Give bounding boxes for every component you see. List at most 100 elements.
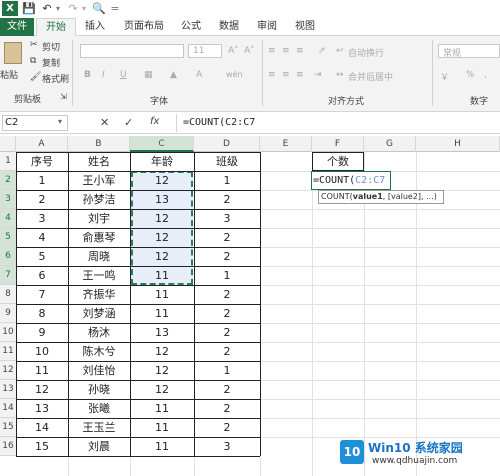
cell-age[interactable]: 12 — [130, 209, 194, 228]
row-header-5[interactable]: 5 — [0, 228, 16, 247]
cell-name[interactable]: 王小军 — [68, 171, 130, 190]
currency-button[interactable]: ￥ — [440, 70, 449, 83]
tab-insert[interactable]: 插入 — [80, 18, 110, 36]
cell-age[interactable]: 12 — [130, 380, 194, 399]
cell-class[interactable]: 2 — [194, 399, 260, 418]
cell-age[interactable]: 11 — [130, 285, 194, 304]
row-header-2[interactable]: 2 — [0, 171, 16, 190]
cancel-icon[interactable]: ✕ — [100, 116, 109, 129]
cell-serial[interactable]: 10 — [16, 342, 68, 361]
cell-age[interactable]: 11 — [130, 266, 194, 285]
column-header-a[interactable]: A — [16, 136, 68, 152]
cell-serial[interactable]: 7 — [16, 285, 68, 304]
cell-class[interactable]: 2 — [194, 323, 260, 342]
column-header-h[interactable]: H — [416, 136, 500, 152]
cell-age[interactable]: 13 — [130, 190, 194, 209]
tab-data[interactable]: 数据 — [214, 18, 244, 36]
column-header-f[interactable]: F — [312, 136, 364, 152]
active-cell-editor[interactable]: =COUNT(C2:C7 — [311, 171, 391, 190]
row-header-9[interactable]: 9 — [0, 304, 16, 323]
copy-button[interactable]: 复制 — [42, 56, 60, 69]
cell-name[interactable]: 杨沐 — [68, 323, 130, 342]
header-class[interactable]: 班级 — [194, 152, 260, 171]
cell-class[interactable]: 3 — [194, 437, 260, 456]
dropdown-icon[interactable]: ▾ — [54, 1, 62, 16]
cell-age[interactable]: 12 — [130, 228, 194, 247]
cell-name[interactable]: 张曦 — [68, 399, 130, 418]
bold-button[interactable]: B — [84, 70, 91, 80]
tab-review[interactable]: 审阅 — [252, 18, 282, 36]
select-all-corner[interactable] — [0, 136, 16, 152]
tab-file[interactable]: 文件 — [0, 18, 34, 36]
cell-class[interactable]: 3 — [194, 209, 260, 228]
row-header-3[interactable]: 3 — [0, 190, 16, 209]
align-bottom-icon[interactable]: ≡ — [296, 46, 304, 56]
cell-age[interactable]: 12 — [130, 171, 194, 190]
cell-class[interactable]: 2 — [194, 380, 260, 399]
cell-serial[interactable]: 13 — [16, 399, 68, 418]
undo-icon[interactable]: ↶ — [40, 1, 54, 16]
row-header-14[interactable]: 14 — [0, 399, 16, 418]
tab-home[interactable]: 开始 — [36, 18, 76, 37]
cut-button[interactable]: 剪切 — [42, 40, 60, 53]
cell-age[interactable]: 12 — [130, 342, 194, 361]
customize-icon[interactable]: = — [110, 1, 120, 16]
cell-age[interactable]: 11 — [130, 418, 194, 437]
cell-name[interactable]: 王一鸣 — [68, 266, 130, 285]
fill-color-icon[interactable]: ▲ — [170, 70, 177, 80]
cell-name[interactable]: 俞惠琴 — [68, 228, 130, 247]
align-middle-icon[interactable]: ≡ — [282, 46, 290, 56]
orientation-icon[interactable]: ⇗ — [318, 46, 326, 56]
cell-serial[interactable]: 11 — [16, 361, 68, 380]
row-header-12[interactable]: 12 — [0, 361, 16, 380]
italic-button[interactable]: I — [102, 70, 105, 80]
print-preview-icon[interactable]: 🔍 — [92, 1, 106, 16]
paste-icon[interactable] — [4, 42, 22, 64]
cell-age[interactable]: 12 — [130, 361, 194, 380]
cell-name[interactable]: 孙晓 — [68, 380, 130, 399]
cell-serial[interactable]: 8 — [16, 304, 68, 323]
borders-icon[interactable]: ▦ — [144, 70, 153, 80]
cell-class[interactable]: 2 — [194, 190, 260, 209]
cell-serial[interactable]: 14 — [16, 418, 68, 437]
cell-age[interactable]: 12 — [130, 247, 194, 266]
row-header-7[interactable]: 7 — [0, 266, 16, 285]
cell-name[interactable]: 陈木兮 — [68, 342, 130, 361]
formula-input[interactable]: =COUNT(C2:C7 — [176, 114, 500, 132]
format-painter-icon[interactable]: 🖌 — [30, 72, 41, 82]
row-header-4[interactable]: 4 — [0, 209, 16, 228]
dropdown-icon[interactable]: ▾ — [80, 1, 88, 16]
cell-age[interactable]: 11 — [130, 399, 194, 418]
cell-serial[interactable]: 3 — [16, 209, 68, 228]
redo-icon[interactable]: ↷ — [66, 1, 80, 16]
column-header-b[interactable]: B — [68, 136, 130, 152]
name-box-dropdown-icon[interactable]: ▾ — [58, 117, 62, 126]
merge-center-button[interactable]: 合并后居中 — [348, 70, 393, 83]
header-name[interactable]: 姓名 — [68, 152, 130, 171]
row-header-10[interactable]: 10 — [0, 323, 16, 342]
column-header-g[interactable]: G — [364, 136, 416, 152]
phonetic-icon[interactable]: wén — [226, 70, 243, 79]
cell-serial[interactable]: 1 — [16, 171, 68, 190]
wrap-text-icon[interactable]: ↩ — [336, 46, 344, 56]
column-header-c[interactable]: C — [130, 136, 194, 152]
tab-view[interactable]: 视图 — [290, 18, 320, 36]
cell-name[interactable]: 刘宇 — [68, 209, 130, 228]
cell-name[interactable]: 孙梦洁 — [68, 190, 130, 209]
cell-serial[interactable]: 4 — [16, 228, 68, 247]
cell-serial[interactable]: 9 — [16, 323, 68, 342]
cell-serial[interactable]: 12 — [16, 380, 68, 399]
column-header-e[interactable]: E — [260, 136, 312, 152]
cell-name[interactable]: 刘梦涵 — [68, 304, 130, 323]
tab-page-layout[interactable]: 页面布局 — [118, 18, 170, 36]
row-header-15[interactable]: 15 — [0, 418, 16, 437]
column-header-d[interactable]: D — [194, 136, 260, 152]
cell-name[interactable]: 齐振华 — [68, 285, 130, 304]
header-age[interactable]: 年龄 — [130, 152, 194, 171]
cell-name[interactable]: 刘佳怡 — [68, 361, 130, 380]
cell-name[interactable]: 刘晨 — [68, 437, 130, 456]
cell-age[interactable]: 11 — [130, 437, 194, 456]
copy-icon[interactable]: ⧉ — [30, 56, 36, 66]
enter-icon[interactable]: ✓ — [124, 116, 133, 129]
number-format-select[interactable]: 常规 — [438, 44, 500, 59]
